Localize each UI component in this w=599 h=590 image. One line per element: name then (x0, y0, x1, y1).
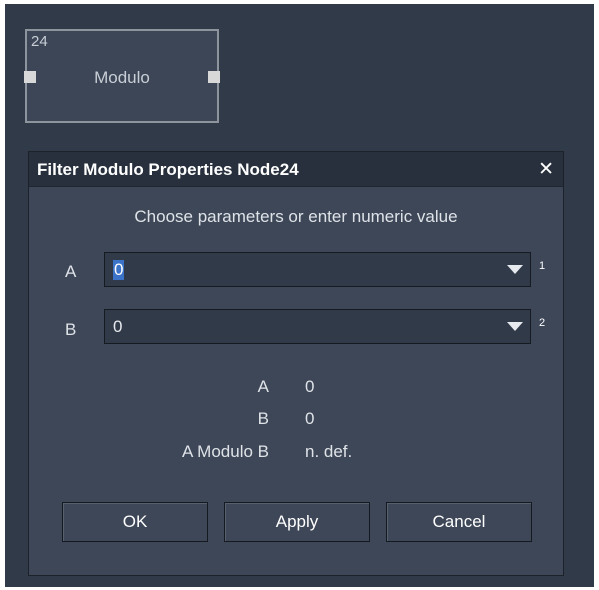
cancel-button[interactable]: Cancel (386, 502, 532, 542)
ok-button[interactable]: OK (62, 502, 208, 542)
dialog-title: Filter Modulo Properties Node24 (37, 160, 299, 179)
summary-result-label: A Modulo B (182, 442, 269, 461)
node-title: Modulo (94, 68, 150, 87)
param-b-combobox[interactable]: 0 (104, 309, 531, 344)
param-a-combobox[interactable]: 0 (104, 252, 531, 287)
node-id: 24 (31, 33, 48, 50)
summary-a-value: 0 (305, 377, 315, 396)
param-a-label: A (65, 262, 77, 281)
param-b-label: B (65, 320, 77, 339)
summary-a-label: A (257, 377, 269, 396)
properties-dialog: Filter Modulo Properties Node24 ✕ Choose… (28, 151, 564, 576)
apply-button[interactable]: Apply (224, 502, 370, 542)
param-b-value[interactable]: 0 (113, 317, 122, 337)
close-icon[interactable]: ✕ (538, 158, 554, 181)
instruction-text: Choose parameters or enter numeric value (134, 207, 458, 226)
summary-result-value: n. def. (305, 442, 353, 461)
summary-b-value: 0 (305, 409, 315, 428)
param-a-index: 1 (539, 260, 546, 272)
summary-b-label: B (257, 409, 269, 428)
param-a-value[interactable]: 0 (113, 260, 125, 280)
dialog-titlebar[interactable]: Filter Modulo Properties Node24 ✕ (29, 152, 563, 187)
node-canvas: 24 Modulo Filter Modulo Properties Node2… (5, 4, 594, 587)
chevron-down-icon[interactable] (500, 310, 530, 343)
chevron-down-icon[interactable] (500, 253, 530, 286)
node-output-port[interactable] (208, 71, 220, 83)
modulo-node[interactable]: 24 Modulo (24, 29, 220, 123)
param-b-index: 2 (539, 317, 546, 329)
